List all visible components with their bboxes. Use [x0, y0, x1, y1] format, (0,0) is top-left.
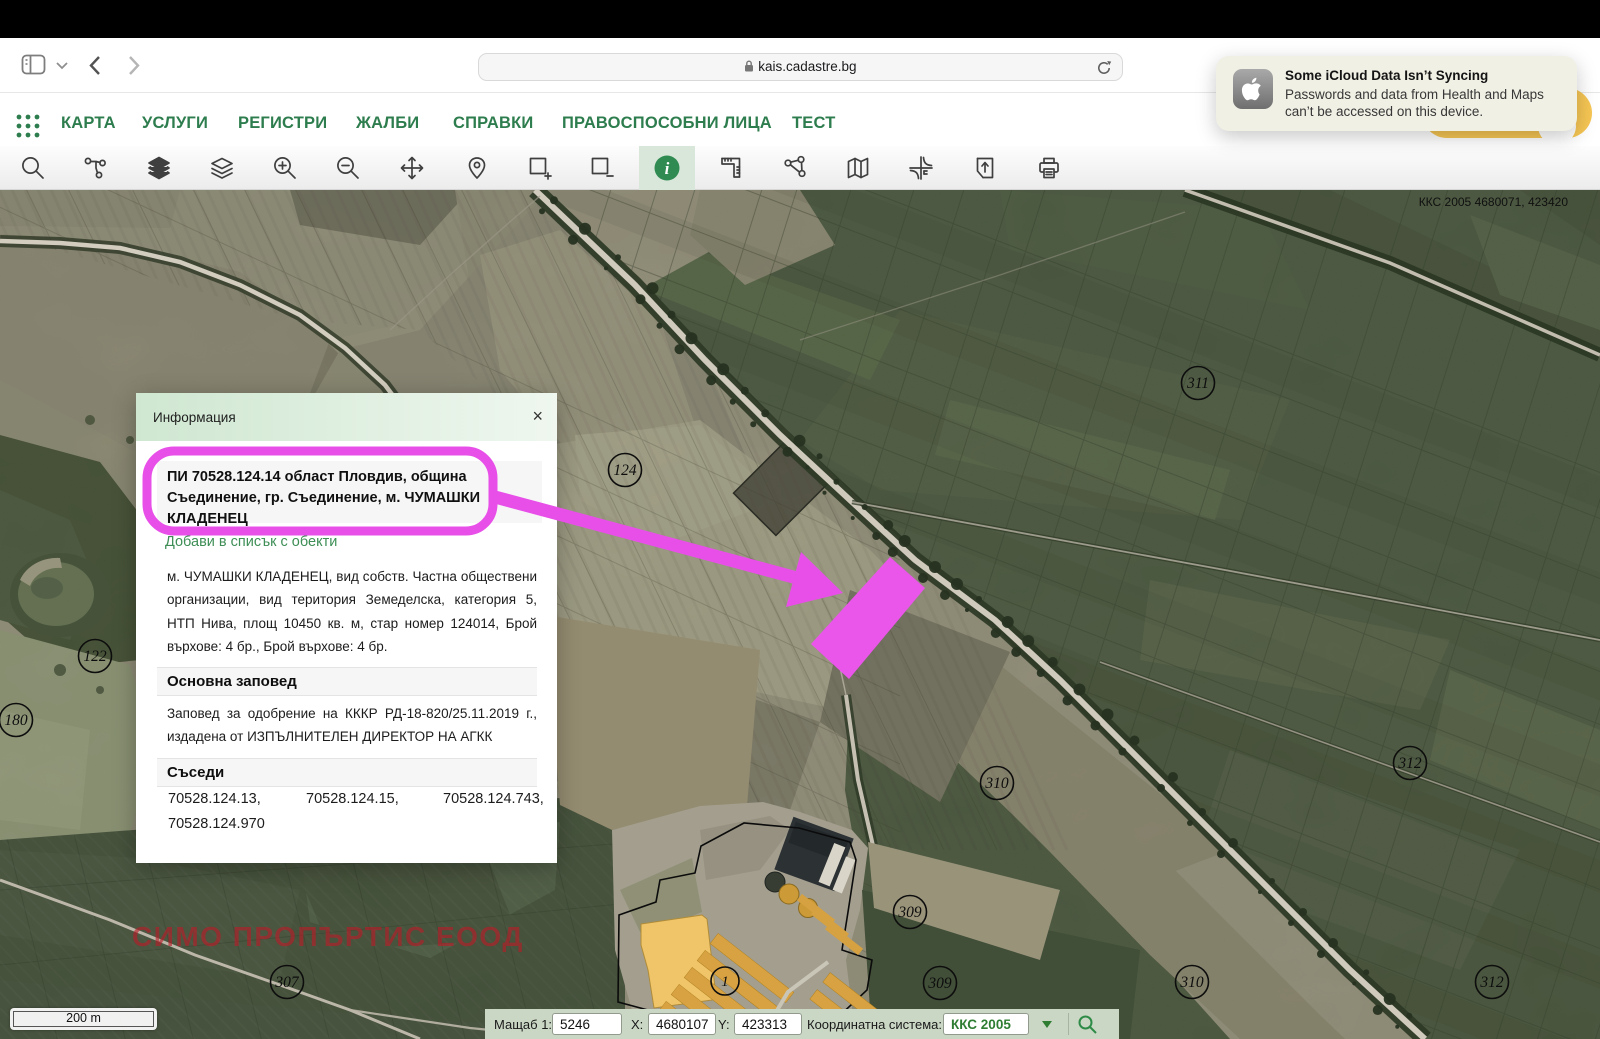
- svg-text:312: 312: [1397, 755, 1422, 772]
- svg-text:309: 309: [927, 975, 952, 992]
- svg-text:310: 310: [984, 775, 1009, 792]
- svg-text:1: 1: [721, 974, 729, 990]
- svg-text:307: 307: [274, 974, 300, 991]
- svg-text:СИМО ПРОПЪРТИС ЕООД: СИМО ПРОПЪРТИС ЕООД: [132, 921, 524, 952]
- svg-text:180: 180: [4, 712, 28, 729]
- svg-text:312: 312: [1479, 974, 1504, 991]
- svg-text:309: 309: [897, 904, 922, 921]
- svg-text:122: 122: [83, 648, 107, 665]
- svg-text:124: 124: [613, 462, 637, 479]
- svg-text:i: i: [665, 159, 670, 178]
- svg-text:310: 310: [1179, 974, 1204, 991]
- svg-text:311: 311: [1186, 375, 1209, 392]
